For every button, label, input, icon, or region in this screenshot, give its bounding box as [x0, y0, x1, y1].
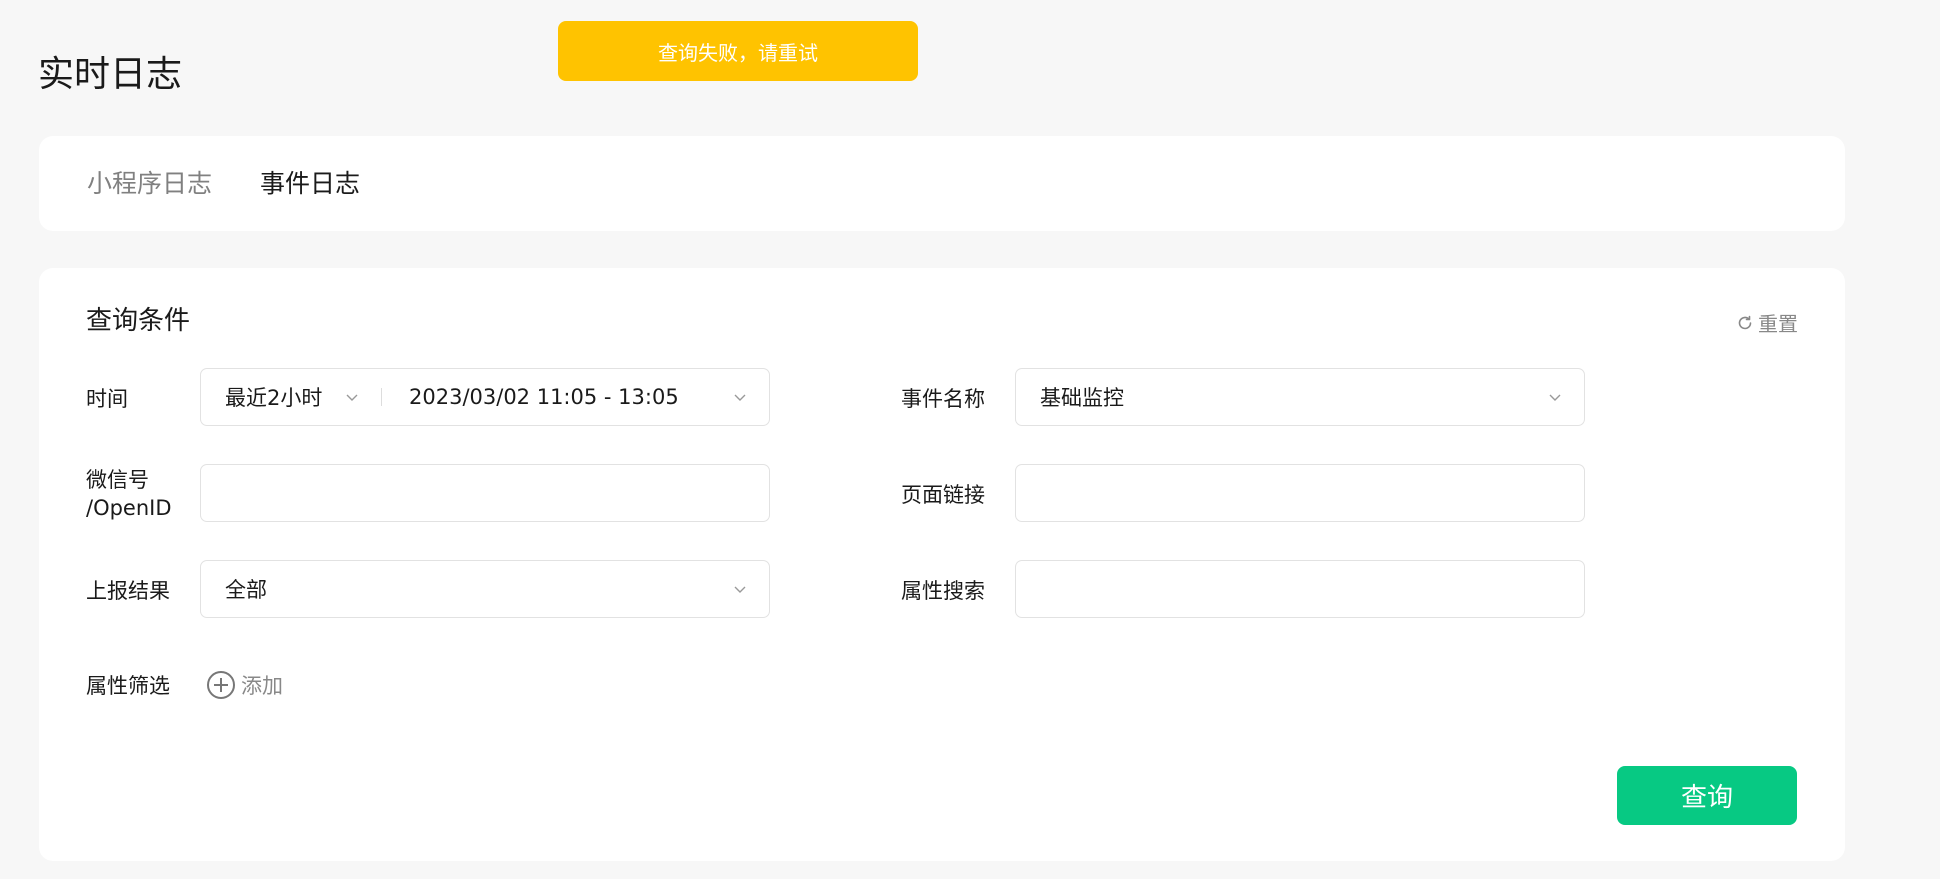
reset-button[interactable]: 重置	[1736, 308, 1798, 337]
tab-bar: 小程序日志 事件日志	[39, 136, 1845, 231]
time-label: 时间	[86, 387, 128, 411]
add-filter-button[interactable]: 添加	[206, 670, 283, 700]
chevron-down-icon	[734, 394, 746, 401]
page-link-input[interactable]	[1015, 464, 1585, 522]
wechat-label-line2: /OpenID	[86, 496, 172, 520]
time-range-value[interactable]: 2023/03/02 11:05 - 13:05	[382, 385, 733, 409]
toast-message: 查询失败，请重试	[658, 40, 818, 65]
add-filter-label: 添加	[241, 674, 283, 698]
refresh-icon	[1738, 315, 1752, 329]
time-preset-select[interactable]: 最近2小时	[201, 382, 345, 412]
chevron-down-icon	[734, 586, 746, 593]
query-form: 查询条件 重置 时间 最近2小时 2023/03/02 11:05 - 13:0…	[39, 268, 1845, 861]
tab-event-log[interactable]: 事件日志	[260, 166, 360, 202]
plus-circle-icon	[207, 671, 235, 699]
report-result-label: 上报结果	[86, 579, 170, 603]
error-toast: 查询失败，请重试	[558, 21, 918, 81]
report-result-value: 全部	[225, 578, 267, 602]
query-button[interactable]: 查询	[1617, 766, 1797, 825]
attr-filter-label: 属性筛选	[86, 674, 170, 698]
attr-search-label: 属性搜索	[901, 579, 985, 603]
event-name-select[interactable]: 基础监控	[1015, 368, 1585, 426]
event-name-label: 事件名称	[901, 387, 985, 411]
chevron-down-icon	[346, 394, 358, 401]
page-link-label: 页面链接	[901, 483, 985, 507]
wechat-label: 微信号 /OpenID	[86, 466, 172, 522]
wechat-openid-input[interactable]	[200, 464, 770, 522]
report-result-select[interactable]: 全部	[200, 560, 770, 618]
chevron-down-icon	[1549, 394, 1561, 401]
attr-search-input[interactable]	[1015, 560, 1585, 618]
time-range-picker: 最近2小时 2023/03/02 11:05 - 13:05	[200, 368, 770, 426]
wechat-label-line1: 微信号	[86, 468, 149, 492]
section-title: 查询条件	[86, 306, 191, 336]
event-name-value: 基础监控	[1040, 386, 1124, 410]
page-title: 实时日志	[38, 54, 183, 95]
reset-label: 重置	[1758, 312, 1798, 336]
tab-miniprogram-log[interactable]: 小程序日志	[87, 166, 212, 202]
